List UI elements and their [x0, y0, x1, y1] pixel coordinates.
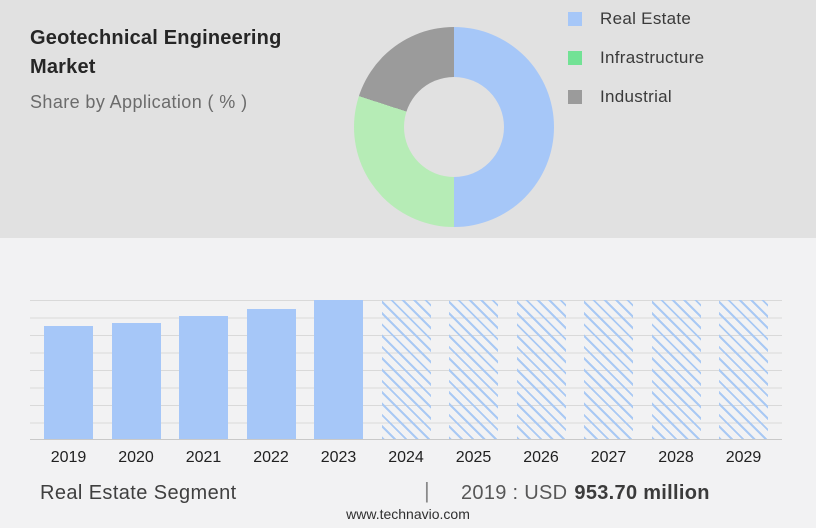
- donut-chart: [354, 27, 554, 227]
- bar-2029: [719, 300, 768, 439]
- legend-swatch: [568, 90, 582, 104]
- x-axis-label: 2026: [523, 449, 559, 467]
- bar-2027: [584, 300, 633, 439]
- bar-column: 2027: [584, 300, 633, 439]
- legend-label: Infrastructure: [600, 48, 704, 68]
- bar-2021: [179, 316, 228, 439]
- x-axis-label: 2020: [118, 449, 154, 467]
- title-block: Geotechnical Engineering Market Share by…: [30, 24, 310, 113]
- page-title: Geotechnical Engineering Market: [30, 24, 310, 82]
- x-axis-label: 2022: [253, 449, 289, 467]
- legend: Real Estate Infrastructure Industrial: [568, 12, 704, 129]
- bottom-panel: 2019 2020 2021 2022 2023 2024 2025 2026 2027 2028…: [0, 238, 816, 528]
- legend-item: Industrial: [568, 90, 704, 104]
- x-axis-label: 2021: [186, 449, 222, 467]
- legend-label: Industrial: [600, 87, 672, 107]
- bar-plot: 2019 2020 2021 2022 2023 2024 2025 2026 2027 2028…: [30, 300, 782, 440]
- legend-label: Real Estate: [600, 9, 691, 29]
- x-axis-label: 2024: [388, 449, 424, 467]
- bar-2024: [382, 300, 431, 439]
- bar-2025: [449, 300, 498, 439]
- x-axis-label: 2025: [456, 449, 492, 467]
- bar-2028: [652, 300, 701, 439]
- website-link: www.technavio.com: [0, 506, 816, 522]
- bar-2022: [247, 309, 296, 439]
- bar-column: 2020: [112, 300, 161, 439]
- bar-column: 2026: [517, 300, 566, 439]
- top-panel: Geotechnical Engineering Market Share by…: [0, 0, 816, 238]
- bar-column: 2029: [719, 300, 768, 439]
- x-axis-label: 2027: [591, 449, 627, 467]
- page-subtitle: Share by Application ( % ): [30, 92, 310, 113]
- bar-2023: [314, 300, 363, 439]
- footer-value: 2019 : USD 953.70 million: [461, 482, 710, 505]
- segment-label: Real Estate Segment: [40, 482, 237, 505]
- bar-2019: [44, 326, 93, 439]
- legend-item: Real Estate: [568, 12, 704, 26]
- infographic: Geotechnical Engineering Market Share by…: [0, 0, 816, 528]
- x-axis-label: 2028: [658, 449, 694, 467]
- bar-column: 2024: [382, 300, 431, 439]
- bar-2026: [517, 300, 566, 439]
- x-axis-label: 2023: [321, 449, 357, 467]
- bar-column: 2021: [179, 300, 228, 439]
- bar-column: 2028: [652, 300, 701, 439]
- x-axis-label: 2019: [51, 449, 87, 467]
- x-axis-label: 2029: [726, 449, 762, 467]
- legend-item: Infrastructure: [568, 51, 704, 65]
- footer-value-amount: 953.70 million: [574, 482, 709, 504]
- footer-divider: |: [424, 478, 430, 504]
- bar-column: 2025: [449, 300, 498, 439]
- bar-column: 2022: [247, 300, 296, 439]
- legend-swatch: [568, 51, 582, 65]
- bar-column: 2023: [314, 300, 363, 439]
- footer-value-prefix: 2019 : USD: [461, 482, 567, 504]
- bar-column: 2019: [44, 300, 93, 439]
- legend-swatch: [568, 12, 582, 26]
- bar-2020: [112, 323, 161, 439]
